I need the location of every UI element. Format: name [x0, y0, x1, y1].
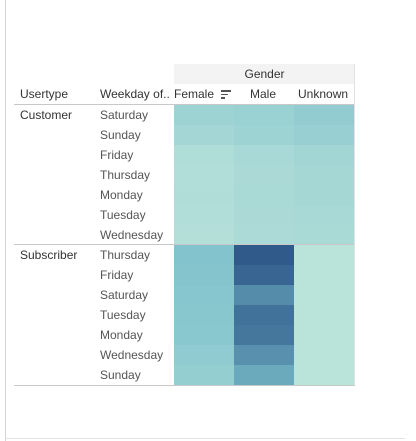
weekday-label[interactable]: Thursday [100, 165, 172, 185]
heatmap-cell-unknown[interactable] [294, 345, 355, 365]
heatmap-cell-male[interactable] [234, 205, 294, 225]
heatmap-cell-female[interactable] [174, 225, 234, 245]
heatmap-cell-female[interactable] [174, 125, 234, 145]
weekday-label[interactable]: Monday [100, 325, 172, 345]
weekday-label[interactable]: Tuesday [100, 205, 172, 225]
heatmap-table: Gender Usertype Weekday of.. Female Male… [0, 0, 416, 441]
heatmap-cell-male[interactable] [234, 345, 294, 365]
heatmap-cell-male[interactable] [234, 285, 294, 305]
weekday-label[interactable]: Wednesday [100, 225, 172, 245]
heatmap-cell-male[interactable] [234, 125, 294, 145]
weekday-label[interactable]: Saturday [100, 105, 172, 125]
heatmap-cell-female[interactable] [174, 265, 234, 285]
weekday-label[interactable]: Thursday [100, 245, 172, 265]
heatmap-cell-unknown[interactable] [294, 225, 355, 245]
heatmap-cell-female[interactable] [174, 345, 234, 365]
heatmap-cell-male[interactable] [234, 185, 294, 205]
heatmap-cell-female[interactable] [174, 365, 234, 385]
heatmap-cell-female[interactable] [174, 145, 234, 165]
weekday-label[interactable]: Saturday [100, 285, 172, 305]
heatmap-cell-female[interactable] [174, 185, 234, 205]
heatmap-cell-unknown[interactable] [294, 185, 355, 205]
unknown-column-header[interactable]: Unknown [298, 85, 348, 104]
heatmap-cell-male[interactable] [234, 225, 294, 245]
heatmap-cell-female[interactable] [174, 205, 234, 225]
heatmap-cell-male[interactable] [234, 365, 294, 385]
usertype-label[interactable]: Subscriber [20, 245, 77, 265]
heatmap-cell-unknown[interactable] [294, 305, 355, 325]
male-column-header[interactable]: Male [250, 85, 276, 104]
heatmap-cell-unknown[interactable] [294, 205, 355, 225]
heatmap-cell-male[interactable] [234, 325, 294, 345]
gender-column-group-header[interactable]: Gender [174, 64, 355, 84]
worksheet-bottom-border [5, 438, 405, 439]
heatmap-cell-unknown[interactable] [294, 265, 355, 285]
usertype-column-header[interactable]: Usertype [20, 85, 68, 104]
table-bottom-line [14, 385, 355, 386]
heatmap-cell-female[interactable] [174, 105, 234, 125]
heatmap-cell-unknown[interactable] [294, 145, 355, 165]
weekday-label[interactable]: Friday [100, 145, 172, 165]
heatmap-cell-female[interactable] [174, 305, 234, 325]
heatmap-cell-unknown[interactable] [294, 165, 355, 185]
weekday-label[interactable]: Monday [100, 185, 172, 205]
heatmap-cell-female[interactable] [174, 325, 234, 345]
heatmap-cell-male[interactable] [234, 305, 294, 325]
heatmap-cell-male[interactable] [234, 265, 294, 285]
heatmap-cell-female[interactable] [174, 165, 234, 185]
weekday-column-header[interactable]: Weekday of.. [100, 85, 170, 104]
heatmap-cell-male[interactable] [234, 245, 294, 265]
weekday-label[interactable]: Tuesday [100, 305, 172, 325]
heatmap-cell-unknown[interactable] [294, 125, 355, 145]
weekday-label[interactable]: Sunday [100, 365, 172, 385]
heatmap-cell-male[interactable] [234, 165, 294, 185]
heatmap-cell-unknown[interactable] [294, 105, 355, 125]
heatmap-cell-male[interactable] [234, 145, 294, 165]
heatmap-cell-female[interactable] [174, 245, 234, 265]
weekday-label[interactable]: Wednesday [100, 345, 172, 365]
sort-descending-icon[interactable] [221, 89, 231, 99]
heatmap-cell-female[interactable] [174, 285, 234, 305]
heatmap-cell-unknown[interactable] [294, 245, 355, 265]
weekday-label[interactable]: Friday [100, 265, 172, 285]
weekday-label[interactable]: Sunday [100, 125, 172, 145]
usertype-label[interactable]: Customer [20, 105, 72, 125]
heatmap-cell-unknown[interactable] [294, 325, 355, 345]
heatmap-cell-unknown[interactable] [294, 285, 355, 305]
table-right-border [354, 64, 355, 385]
heatmap-cell-unknown[interactable] [294, 365, 355, 385]
heatmap-cell-male[interactable] [234, 105, 294, 125]
female-column-header[interactable]: Female [174, 85, 214, 104]
